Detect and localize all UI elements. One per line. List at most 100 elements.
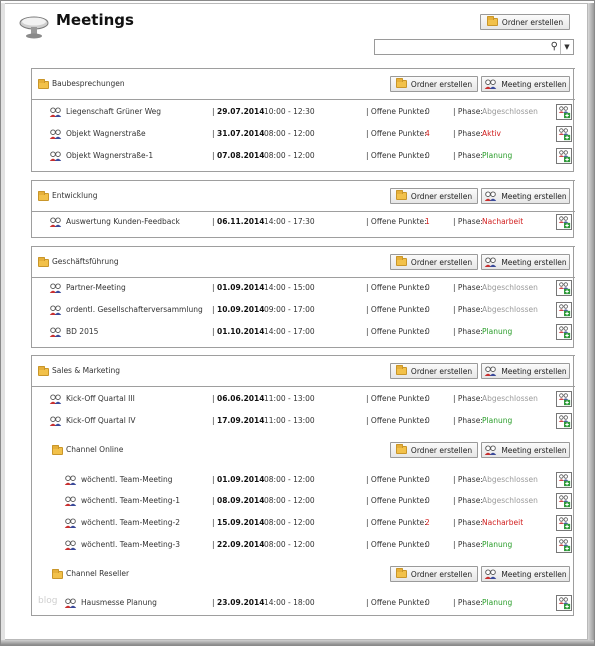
meeting-time: 08:00 - 12:00: [264, 518, 315, 527]
open-points-label: | Offene Punkte:: [366, 496, 427, 505]
date-separator: |: [212, 416, 215, 425]
meeting-name: Partner-Meeting: [66, 283, 126, 292]
meeting-row[interactable]: Partner-Meeting | 01.09.2014 14:00 - 15:00 |…: [0, 280, 595, 298]
meeting-row[interactable]: wöchentl. Team-Meeting-1 | 08.09.2014 08:00…: [0, 493, 595, 511]
phase-value: Abgeschlossen: [482, 496, 538, 505]
meeting-row[interactable]: wöchentl. Team-Meeting | 01.09.2014 08:00 -…: [0, 472, 595, 490]
meeting-row[interactable]: ordentl. Gesellschafterversammlung | 10.09…: [0, 302, 595, 320]
meeting-time: 08:00 - 12:00: [264, 496, 315, 505]
meeting-date: 23.09.2014: [217, 598, 265, 607]
folder-icon: [395, 365, 407, 375]
meeting-row[interactable]: Objekt Wagnerstraße | 31.07.2014 08:00 - 12…: [0, 126, 595, 144]
search-input[interactable]: [377, 41, 542, 54]
date-separator: |: [212, 496, 215, 505]
folder-icon: [38, 191, 49, 201]
create-meeting-button[interactable]: Meeting erstellen: [481, 566, 570, 582]
search-box[interactable]: ⚲ ▼: [374, 39, 574, 55]
phase-value: Abgeschlossen: [482, 305, 538, 314]
meeting-icon: [49, 129, 62, 140]
open-meeting-icon[interactable]: [556, 391, 572, 407]
create-folder-label: Ordner erstellen: [410, 569, 473, 579]
open-meeting-icon[interactable]: [556, 515, 572, 531]
bottom-edge: [1, 640, 594, 645]
meeting-row[interactable]: Kick-Off Quartal III | 06.06.2014 11:00 - 1…: [0, 391, 595, 409]
open-meeting-icon[interactable]: [556, 595, 572, 611]
phase-value: Planung: [482, 151, 513, 160]
create-folder-button[interactable]: Ordner erstellen: [390, 566, 478, 582]
create-meeting-button[interactable]: Meeting erstellen: [481, 76, 570, 92]
create-meeting-button[interactable]: Meeting erstellen: [481, 188, 570, 204]
phase-label: | Phase:: [453, 327, 483, 336]
phase-label: | Phase:: [453, 475, 483, 484]
open-meeting-icon[interactable]: [556, 104, 572, 120]
search-icon[interactable]: ⚲: [551, 41, 558, 52]
open-points-count: 0: [425, 327, 430, 336]
open-points-count: 0: [425, 394, 430, 403]
create-folder-button[interactable]: Ordner erstellen: [390, 442, 478, 458]
open-meeting-icon[interactable]: [556, 214, 572, 230]
meeting-row[interactable]: Liegenschaft Grüner Weg | 29.07.2014 10:00 …: [0, 104, 595, 122]
meeting-row[interactable]: wöchentl. Team-Meeting-3 | 22.09.2014 08:00…: [0, 537, 595, 555]
open-meeting-icon[interactable]: [556, 302, 572, 318]
meeting-icon: [49, 327, 62, 338]
meeting-row[interactable]: wöchentl. Team-Meeting-2 | 15.09.2014 08:00…: [0, 515, 595, 533]
meeting-date: 01.09.2014: [217, 283, 265, 292]
meetings-app-icon: [19, 16, 49, 39]
meeting-name: Kick-Off Quartal IV: [66, 416, 136, 425]
open-points-label: | Offene Punkte:: [366, 416, 427, 425]
open-meeting-icon[interactable]: [556, 126, 572, 142]
meeting-time: 08:00 - 12:00: [264, 540, 315, 549]
open-points-count: 4: [425, 129, 430, 138]
open-points-count: 0: [425, 475, 430, 484]
meeting-time: 11:00 - 13:00: [264, 394, 315, 403]
chevron-down-icon[interactable]: ▼: [560, 40, 573, 54]
open-meeting-icon[interactable]: [556, 148, 572, 164]
meeting-row[interactable]: Objekt Wagnerstraße-1 | 07.08.2014 08:00 - …: [0, 148, 595, 166]
create-folder-button[interactable]: Ordner erstellen: [390, 254, 478, 270]
date-separator: |: [212, 475, 215, 484]
open-points-count: 0: [425, 305, 430, 314]
phase-label: | Phase:: [453, 283, 483, 292]
meeting-name: BD 2015: [66, 327, 99, 336]
meeting-add-icon: [484, 78, 497, 90]
open-points-count: 0: [425, 151, 430, 160]
meeting-icon: [49, 305, 62, 316]
open-meeting-icon[interactable]: [556, 324, 572, 340]
create-folder-label: Ordner erstellen: [410, 257, 473, 267]
create-folder-button[interactable]: Ordner erstellen: [390, 188, 478, 204]
open-points-count: 0: [425, 416, 430, 425]
open-points-count: 1: [425, 217, 430, 226]
meeting-row[interactable]: Hausmesse Planung | 23.09.2014 14:00 - 18:0…: [0, 595, 595, 613]
meeting-row[interactable]: Auswertung Kunden-Feedback | 06.11.2014 14:…: [0, 214, 595, 232]
meeting-date: 07.08.2014: [217, 151, 265, 160]
subfolder-title: Channel Reseller: [66, 569, 130, 578]
meeting-time: 08:00 - 12:00: [264, 129, 315, 138]
meeting-icon: [49, 107, 62, 118]
create-folder-button[interactable]: Ordner erstellen: [390, 363, 478, 379]
meeting-time: 10:00 - 12:30: [264, 107, 315, 116]
create-meeting-button[interactable]: Meeting erstellen: [481, 363, 570, 379]
date-separator: |: [212, 518, 215, 527]
create-folder-label: Ordner erstellen: [410, 445, 473, 455]
folder-icon: [395, 568, 407, 578]
open-meeting-icon[interactable]: [556, 493, 572, 509]
open-points-label: | Offene Punkte:: [366, 327, 427, 336]
meeting-icon: [49, 283, 62, 294]
open-meeting-icon[interactable]: [556, 472, 572, 488]
meeting-add-icon: [484, 256, 497, 268]
create-folder-button[interactable]: Ordner erstellen: [480, 14, 570, 30]
open-meeting-icon[interactable]: [556, 280, 572, 296]
create-meeting-button[interactable]: Meeting erstellen: [481, 442, 570, 458]
meeting-row[interactable]: Kick-Off Quartal IV | 17.09.2014 11:00 - 13…: [0, 413, 595, 431]
phase-label: | Phase:: [453, 151, 483, 160]
open-points-label: | Offene Punkte:: [366, 305, 427, 314]
open-points-count: 0: [425, 598, 430, 607]
meeting-row[interactable]: BD 2015 | 01.10.2014 14:00 - 17:00 | Offene …: [0, 324, 595, 342]
open-meeting-icon[interactable]: [556, 537, 572, 553]
create-folder-button[interactable]: Ordner erstellen: [390, 76, 478, 92]
meeting-time: 14:00 - 17:00: [264, 327, 315, 336]
phase-label: | Phase:: [453, 305, 483, 314]
open-meeting-icon[interactable]: [556, 413, 572, 429]
create-meeting-button[interactable]: Meeting erstellen: [481, 254, 570, 270]
open-points-count: 0: [425, 496, 430, 505]
